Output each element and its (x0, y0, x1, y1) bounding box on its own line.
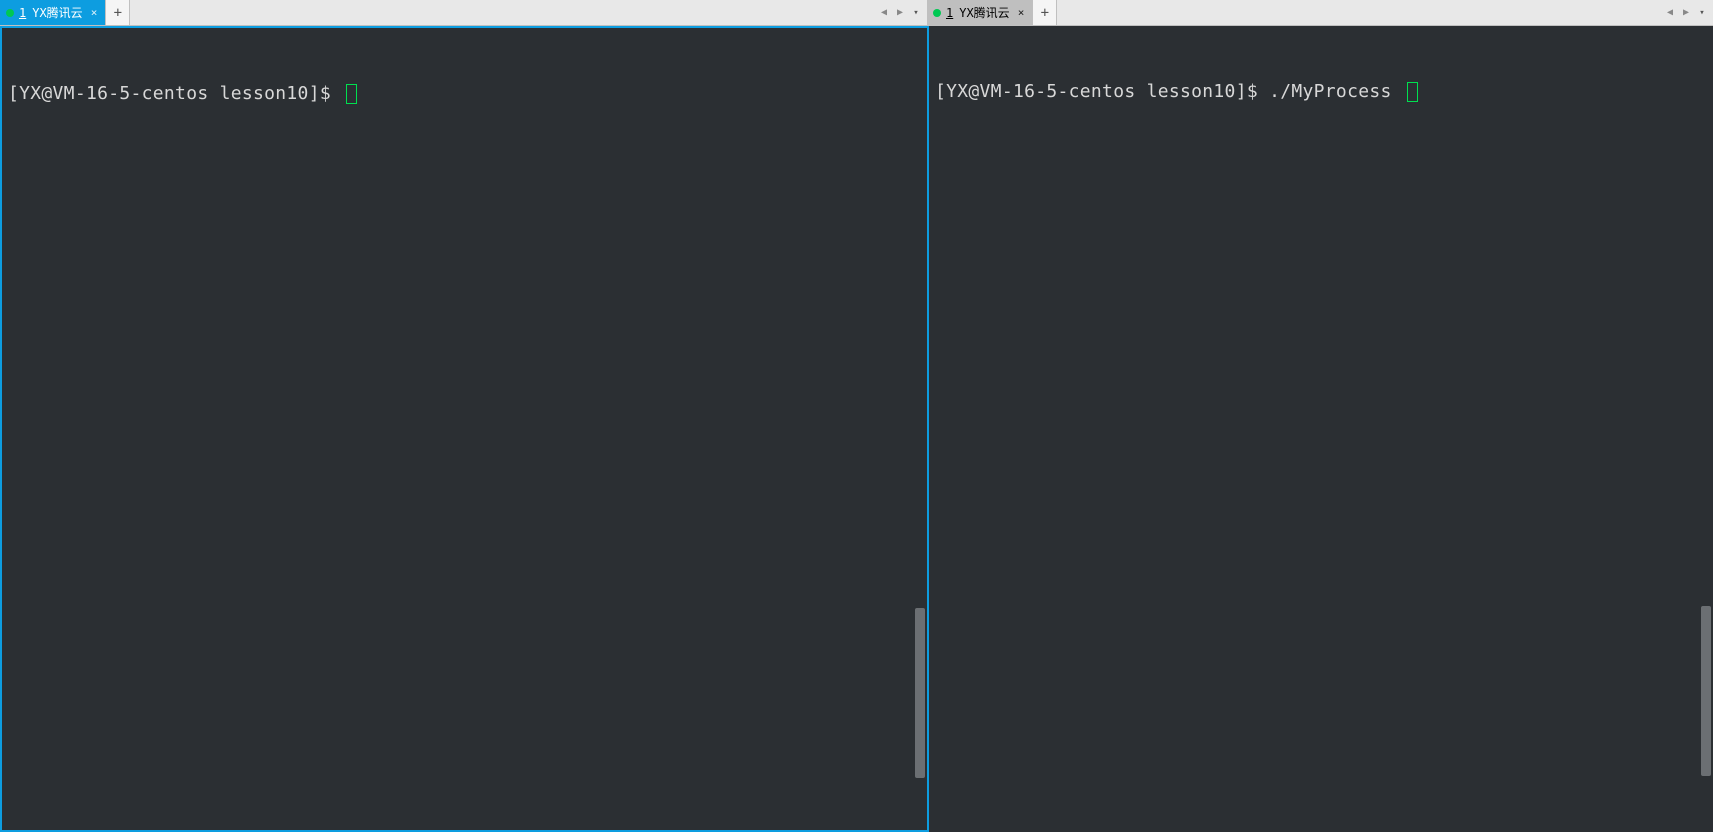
tab-title: YX腾讯云 (959, 4, 1009, 21)
tab-index: 1 (19, 6, 27, 20)
tab-nav-controls-left: ◀ ▶ ▾ (873, 0, 927, 25)
scrollbar-thumb-left[interactable] (915, 608, 925, 778)
close-icon[interactable]: × (1018, 6, 1025, 19)
shell-prompt: [YX@VM-16-5-centos lesson10]$ (935, 80, 1269, 104)
tab-nav-controls-right: ◀ ▶ ▾ (1659, 0, 1713, 25)
tab-next-icon[interactable]: ▶ (1679, 6, 1693, 20)
tab-index: 1 (946, 6, 954, 20)
cursor-icon (1407, 82, 1418, 102)
shell-command: ./MyProcess (1269, 80, 1403, 104)
status-dot-icon (6, 9, 14, 17)
terminal-pane-right: 1 YX腾讯云 × + ◀ ▶ ▾ [YX@VM-16-5-centos les… (927, 0, 1713, 832)
tab-bar-right: 1 YX腾讯云 × + ◀ ▶ ▾ (927, 0, 1713, 26)
add-tab-button-right[interactable]: + (1033, 0, 1057, 25)
plus-icon: + (114, 5, 122, 21)
terminal-content-right: [YX@VM-16-5-centos lesson10]$ ./MyProces… (929, 26, 1713, 158)
prompt-line-right: [YX@VM-16-5-centos lesson10]$ ./MyProces… (935, 80, 1707, 104)
tab-list-dropdown-icon[interactable]: ▾ (909, 6, 923, 20)
tab-title: YX腾讯云 (32, 4, 82, 21)
cursor-icon (346, 84, 357, 104)
tab-session-1-left[interactable]: 1 YX腾讯云 × (0, 0, 106, 25)
tab-session-1-right[interactable]: 1 YX腾讯云 × (927, 0, 1033, 25)
terminal-area-right[interactable]: [YX@VM-16-5-centos lesson10]$ ./MyProces… (927, 26, 1713, 832)
tab-bar-left: 1 YX腾讯云 × + ◀ ▶ ▾ (0, 0, 927, 26)
shell-prompt: [YX@VM-16-5-centos lesson10]$ (8, 82, 342, 106)
prompt-line-left: [YX@VM-16-5-centos lesson10]$ (8, 82, 921, 106)
tab-next-icon[interactable]: ▶ (893, 6, 907, 20)
add-tab-button-left[interactable]: + (106, 0, 130, 25)
plus-icon: + (1041, 5, 1049, 21)
tab-prev-icon[interactable]: ◀ (1663, 6, 1677, 20)
close-icon[interactable]: × (91, 6, 98, 19)
tab-list-dropdown-icon[interactable]: ▾ (1695, 6, 1709, 20)
terminal-area-left[interactable]: [YX@VM-16-5-centos lesson10]$ (0, 26, 927, 832)
status-dot-icon (933, 9, 941, 17)
terminal-pane-left: 1 YX腾讯云 × + ◀ ▶ ▾ [YX@VM-16-5-centos les… (0, 0, 927, 832)
tab-prev-icon[interactable]: ◀ (877, 6, 891, 20)
scrollbar-thumb-right[interactable] (1701, 606, 1711, 776)
terminal-content-left: [YX@VM-16-5-centos lesson10]$ (2, 28, 927, 160)
